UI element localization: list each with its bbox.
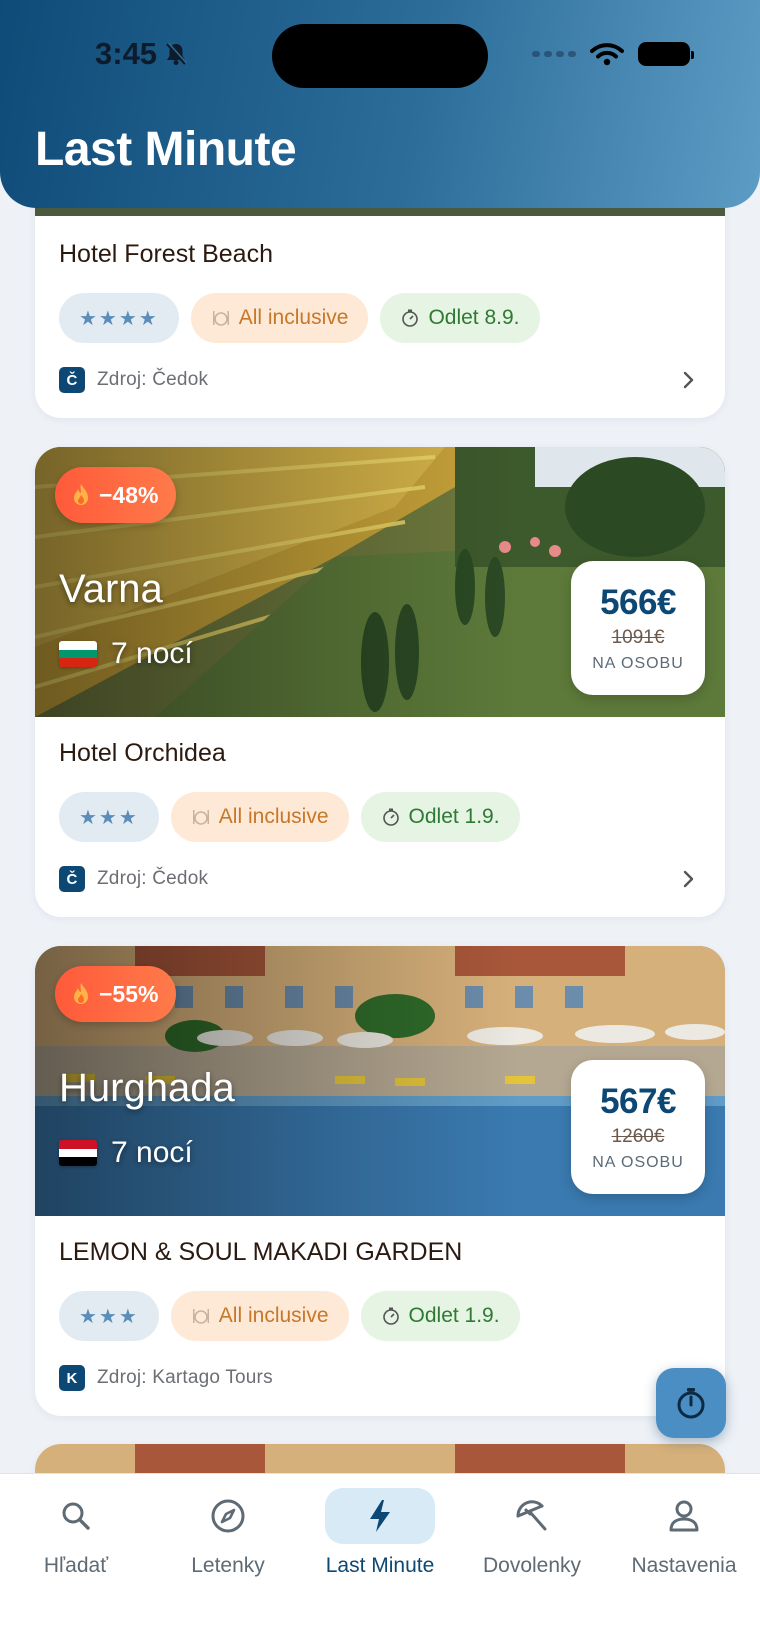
source-label: Zdroj: Kartago Tours — [97, 1367, 273, 1388]
discount-value: −48% — [99, 481, 159, 508]
discount-badge: −48% — [55, 467, 177, 523]
departure-chip: Odlet 1.9. — [360, 792, 520, 842]
nights-row: 7 nocí — [59, 1136, 193, 1170]
tab-label: Hľadať — [43, 1554, 109, 1577]
egypt-flag-icon — [59, 1140, 97, 1166]
board-type: All inclusive — [218, 805, 329, 828]
plate-icon — [192, 1309, 209, 1324]
tab-last-minute[interactable]: Last Minute — [304, 1488, 456, 1578]
app-header: 3:45 Last Minute — [0, 0, 760, 208]
source-label: Zdroj: Čedok — [97, 369, 209, 390]
bulgaria-flag-icon — [59, 641, 97, 667]
cellular-signal-icon — [532, 51, 576, 57]
flame-icon — [74, 484, 88, 505]
stars-chip: ★★★★ — [59, 293, 179, 343]
star-rating: ★★★ — [79, 1305, 139, 1328]
umbrella-icon — [516, 1500, 547, 1531]
source-row: K Zdroj: Kartago Tours — [59, 1363, 701, 1393]
stopwatch-icon — [382, 808, 399, 826]
deal-photo: −55% Hurghada 7 nocí 567€ 1260€ NA OSOBU — [35, 946, 725, 1216]
person-icon — [669, 1500, 699, 1532]
stopwatch-icon — [677, 1388, 705, 1419]
lightning-icon — [370, 1500, 390, 1532]
plate-icon — [212, 311, 229, 326]
price-box: 566€ 1091€ NA OSOBU — [571, 561, 705, 695]
stars-chip: ★★★ — [59, 792, 159, 842]
nights-count: 7 nocí — [111, 637, 193, 670]
discount-value: −55% — [99, 980, 159, 1007]
board-chip: All inclusive — [170, 1291, 349, 1341]
bottom-tab-bar: Hľadať Letenky Last Minute Dovolenky Nas… — [0, 1473, 760, 1651]
tab-label: Last Minute — [325, 1554, 435, 1577]
timer-fab-button[interactable] — [656, 1368, 726, 1438]
tab-flights[interactable]: Letenky — [152, 1488, 304, 1578]
battery-icon — [638, 42, 694, 66]
board-type: All inclusive — [238, 306, 349, 329]
bell-muted-icon — [166, 42, 188, 65]
hotel-photo — [35, 1444, 725, 1473]
discount-badge: −55% — [55, 966, 177, 1022]
stopwatch-icon — [382, 1307, 399, 1325]
compass-icon — [211, 1499, 245, 1533]
flame-icon — [74, 983, 88, 1004]
source-logo: K — [59, 1365, 85, 1391]
nights-row: 7 nocí — [59, 637, 193, 671]
last-minute-feed[interactable]: Hotel Forest Beach ★★★★ All inclusive Od… — [0, 0, 760, 1473]
page-title: Last Minute — [35, 123, 297, 176]
old-price: 1260€ — [611, 1126, 665, 1147]
source-logo: Č — [59, 367, 85, 393]
source-row: Č Zdroj: Čedok — [59, 864, 701, 894]
departure-date: Odlet 1.9. — [408, 805, 500, 828]
source-row: Č Zdroj: Čedok — [59, 365, 701, 395]
clock: 3:45 — [95, 36, 158, 71]
deal-photo: −48% Varna 7 nocí 566€ 1091€ NA OSOBU — [35, 447, 725, 717]
departure-date: Odlet 8.9. — [428, 306, 520, 329]
chevron-right-icon[interactable] — [681, 869, 695, 889]
deal-card[interactable]: −48% Varna 7 nocí 566€ 1091€ NA OSOBU Ho… — [35, 447, 725, 917]
tab-label: Nastavenia — [631, 1554, 737, 1577]
stopwatch-icon — [402, 309, 419, 327]
hotel-name: Hotel Forest Beach — [59, 240, 273, 268]
chevron-right-icon[interactable] — [681, 370, 695, 390]
old-price: 1091€ — [611, 627, 665, 648]
tab-vacations[interactable]: Dovolenky — [456, 1488, 608, 1578]
source-logo: Č — [59, 866, 85, 892]
source-label: Zdroj: Čedok — [97, 868, 209, 889]
board-type: All inclusive — [218, 1304, 329, 1327]
departure-chip: Odlet 8.9. — [380, 293, 540, 343]
departure-date: Odlet 1.9. — [408, 1304, 500, 1327]
dynamic-island — [272, 24, 488, 88]
nights-count: 7 nocí — [111, 1136, 193, 1169]
board-chip: All inclusive — [190, 293, 369, 343]
stars-chip: ★★★ — [59, 1291, 159, 1341]
departure-chip: Odlet 1.9. — [360, 1291, 520, 1341]
per-person-label: NA OSOBU — [592, 1154, 684, 1171]
per-person-label: NA OSOBU — [592, 655, 684, 672]
destination-name: Varna — [59, 567, 163, 611]
price: 567€ — [600, 1082, 676, 1121]
tab-search[interactable]: Hľadať — [0, 1488, 152, 1578]
deal-card[interactable]: −55% Hurghada 7 nocí 567€ 1260€ NA OSOBU… — [35, 946, 725, 1416]
status-bar-time: 3:45 — [95, 36, 189, 72]
tab-label: Letenky — [191, 1554, 265, 1577]
star-rating: ★★★★ — [79, 307, 159, 330]
price-box: 567€ 1260€ NA OSOBU — [571, 1060, 705, 1194]
search-icon — [62, 1502, 90, 1530]
star-rating: ★★★ — [79, 806, 139, 829]
tab-label: Dovolenky — [482, 1554, 582, 1577]
board-chip: All inclusive — [170, 792, 349, 842]
price: 566€ — [600, 583, 676, 622]
tab-settings[interactable]: Nastavenia — [608, 1488, 760, 1578]
plate-icon — [192, 810, 209, 825]
hotel-name: Hotel Orchidea — [59, 739, 226, 767]
hotel-name: LEMON & SOUL MAKADI GARDEN — [59, 1238, 463, 1266]
status-bar-indicators — [532, 42, 694, 66]
destination-name: Hurghada — [59, 1066, 235, 1110]
deal-card[interactable] — [35, 1444, 725, 1473]
wifi-icon — [590, 43, 624, 66]
